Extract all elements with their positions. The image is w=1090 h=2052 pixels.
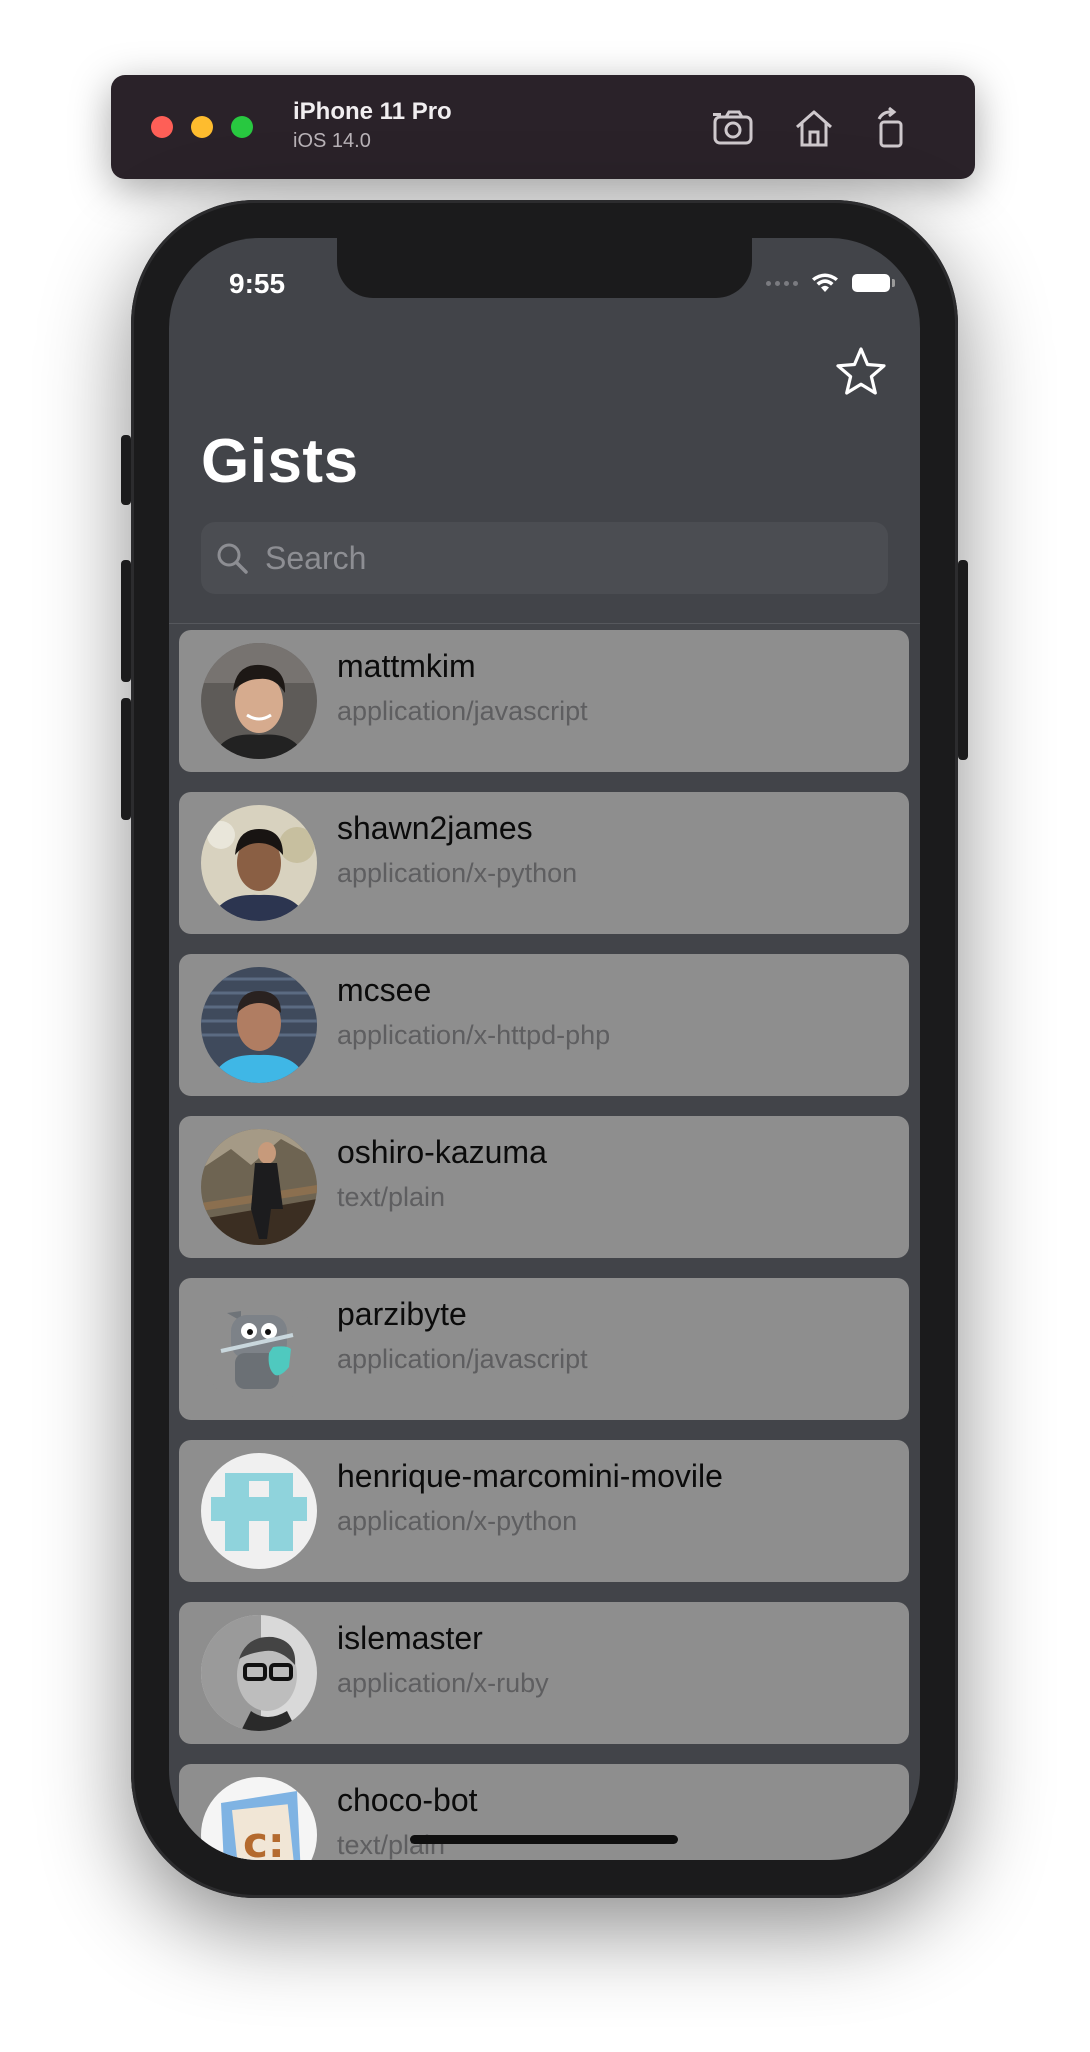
simulator-title-bar: iPhone 11 Pro iOS 14.0	[111, 75, 975, 179]
header-divider	[169, 623, 920, 624]
rotate-icon[interactable]	[869, 105, 915, 151]
svg-text:c:: c:	[243, 1818, 285, 1860]
battery-icon	[852, 274, 895, 292]
screenshot-icon[interactable]	[711, 105, 757, 151]
close-window-button[interactable]	[151, 116, 173, 138]
gist-row[interactable]: shawn2james application/x-python	[179, 792, 909, 934]
app-screen: 9:55 Gists mattmkim	[169, 238, 920, 1860]
simulator-device-name: iPhone 11 Pro	[293, 98, 452, 125]
gist-row[interactable]: oshiro-kazuma text/plain	[179, 1116, 909, 1258]
gist-owner: shawn2james	[337, 810, 533, 846]
notch	[337, 238, 752, 298]
wifi-icon	[812, 273, 838, 292]
avatar	[201, 1291, 317, 1407]
gist-row[interactable]: c: choco-bot text/plain	[179, 1764, 909, 1860]
minimize-window-button[interactable]	[191, 116, 213, 138]
avatar	[201, 1615, 317, 1731]
gist-owner: islemaster	[337, 1620, 483, 1656]
gist-file-type: application/x-python	[337, 858, 578, 888]
gist-owner: henrique-marcomini-movile	[337, 1458, 723, 1494]
volume-up-button	[121, 560, 131, 682]
search-bar[interactable]	[201, 522, 888, 594]
mute-switch	[121, 435, 131, 505]
cellular-dots-icon	[766, 280, 798, 286]
home-icon[interactable]	[791, 105, 837, 151]
gist-file-type: application/x-ruby	[337, 1668, 549, 1698]
avatar	[201, 1129, 317, 1245]
gist-file-type: application/javascript	[337, 696, 588, 726]
gist-owner: choco-bot	[337, 1782, 478, 1818]
gist-file-type: text/plain	[337, 1182, 446, 1212]
gist-owner: mattmkim	[337, 648, 476, 684]
gist-row[interactable]: parzibyte application/javascript	[179, 1278, 909, 1420]
status-time: 9:55	[229, 268, 286, 299]
gist-file-type: application/javascript	[337, 1344, 588, 1374]
avatar	[201, 805, 317, 921]
home-indicator[interactable]	[410, 1835, 678, 1844]
avatar	[201, 1453, 317, 1569]
gist-row[interactable]: henrique-marcomini-movile application/x-…	[179, 1440, 909, 1582]
gist-row[interactable]: mattmkim application/javascript	[179, 630, 909, 772]
search-icon	[217, 543, 248, 574]
iphone-device-frame: 9:55 Gists mattmkim	[121, 200, 968, 1898]
simulator-os-version: iOS 14.0	[293, 130, 371, 152]
avatar	[201, 967, 317, 1083]
search-input[interactable]	[263, 538, 867, 578]
status-icons	[766, 272, 895, 294]
avatar: c:	[201, 1777, 317, 1860]
zoom-window-button[interactable]	[231, 116, 253, 138]
star-icon[interactable]	[834, 345, 888, 399]
gist-file-type: application/x-python	[337, 1506, 578, 1536]
page-title: Gists	[201, 427, 359, 496]
gist-owner: mcsee	[337, 972, 432, 1008]
gist-owner: parzibyte	[337, 1296, 467, 1332]
gist-row[interactable]: islemaster application/x-ruby	[179, 1602, 909, 1744]
gist-row[interactable]: mcsee application/x-httpd-php	[179, 954, 909, 1096]
volume-down-button	[121, 698, 131, 820]
gist-file-type: application/x-httpd-php	[337, 1020, 611, 1050]
gist-list[interactable]: mattmkim application/javascript shawn2ja…	[179, 630, 909, 1860]
power-button	[958, 560, 968, 760]
gist-owner: oshiro-kazuma	[337, 1134, 547, 1170]
avatar	[201, 643, 317, 759]
